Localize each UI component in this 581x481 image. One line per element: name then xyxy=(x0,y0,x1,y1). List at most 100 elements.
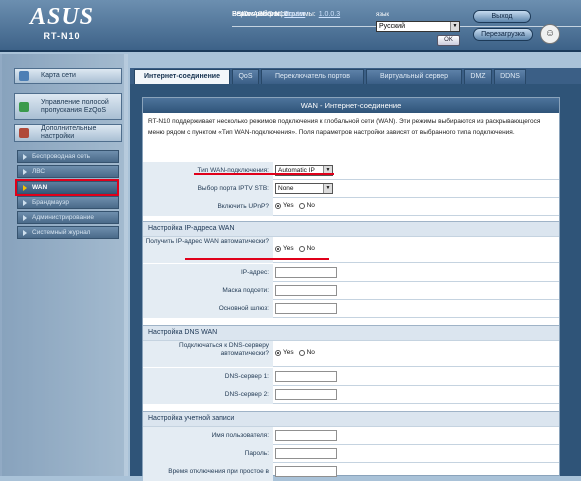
advanced-settings-icon xyxy=(19,128,29,138)
wan-type-label: Тип WAN-подключения: xyxy=(143,162,273,180)
sidebar-item-label: Администрирование xyxy=(32,214,94,221)
arrow-icon xyxy=(23,169,27,175)
upnp-row: Включить UPnP? Yes No xyxy=(143,198,559,216)
language-value: Русский xyxy=(379,23,405,30)
tab-virtual-server[interactable]: Виртуальный сервер xyxy=(366,69,462,84)
logout-button[interactable]: Выход xyxy=(473,10,531,23)
sidebar-item-system-log[interactable]: Системный журнал xyxy=(17,226,119,239)
sidebar-item-lan[interactable]: ЛВС xyxy=(17,165,119,178)
no-label: No xyxy=(306,202,315,209)
header-bar: ASUS RT-N10 SSID: ASUS-N10 Версия микропр… xyxy=(0,0,581,52)
iptv-value: None xyxy=(278,185,294,192)
password-label: Пароль: xyxy=(143,445,273,463)
ip-section-header: Настройка IP-адреса WAN xyxy=(143,221,559,237)
sidebar-item-wireless[interactable]: Беспроводная сеть xyxy=(17,150,119,163)
language-ok-button[interactable]: OK xyxy=(437,35,460,46)
dns2-row: DNS-сервер 2: xyxy=(143,386,559,404)
wan-type-row: Тип WAN-подключения: Automatic IP ▼ xyxy=(143,162,559,180)
arrow-icon xyxy=(23,200,27,206)
smiley-icon: ☺ xyxy=(540,24,560,44)
tab-internet-connection[interactable]: Интернет-соединение xyxy=(134,69,230,84)
upnp-label: Включить UPnP? xyxy=(143,198,273,216)
yes-label: Yes xyxy=(283,349,294,356)
dns-section-header: Настройка DNS WAN xyxy=(143,325,559,341)
dns2-label: DNS-сервер 2: xyxy=(143,386,273,404)
iptv-label: Выбор порта IPTV STB: xyxy=(143,180,273,198)
password-input[interactable] xyxy=(275,448,337,459)
arrow-icon xyxy=(23,215,27,221)
mode-label: Режим работы: xyxy=(232,11,282,18)
upnp-no-radio[interactable] xyxy=(298,202,305,209)
panel-description: RT-N10 поддерживает несколько режимов по… xyxy=(148,118,541,136)
sidebar: Карта сети Управление полосой пропускани… xyxy=(0,54,128,476)
wan-highlight-box xyxy=(15,179,119,196)
sidebar-item-label: Беспроводная сеть xyxy=(32,153,91,160)
arrow-icon xyxy=(23,154,27,160)
auto-ip-underline xyxy=(185,258,329,260)
language-label: язык xyxy=(376,12,389,18)
mask-input[interactable] xyxy=(275,285,337,296)
mask-label: Маска подсети: xyxy=(143,282,273,300)
gateway-input[interactable] xyxy=(275,303,337,314)
model-name: RT-N10 xyxy=(43,31,81,41)
dns1-input[interactable] xyxy=(275,371,337,382)
sidebar-item-administration[interactable]: Администрирование xyxy=(17,211,119,224)
wan-type-underline xyxy=(194,173,334,175)
dns2-input[interactable] xyxy=(275,389,337,400)
ip-row: IP-адрес: xyxy=(143,264,559,282)
password-row: Пароль: xyxy=(143,445,559,463)
tab-port-switch[interactable]: Переключатель портов xyxy=(261,69,364,84)
panel-title: WAN - Интернет-соединение xyxy=(143,98,559,113)
username-input[interactable] xyxy=(275,430,337,441)
dns-auto-no-radio[interactable] xyxy=(298,349,305,356)
mode-link[interactable]: Router xyxy=(284,11,305,18)
mask-row: Маска подсети: xyxy=(143,282,559,300)
dns-auto-label: Подключаться к DNS-серверу автоматически… xyxy=(143,341,273,367)
yes-label: Yes xyxy=(283,202,294,209)
yes-label: Yes xyxy=(283,245,294,252)
sidebar-item-firewall[interactable]: Брандмауэр xyxy=(17,196,119,209)
tab-bar: Интернет-соединение QoS Переключатель по… xyxy=(130,68,581,84)
username-label: Имя пользователя: xyxy=(143,427,273,445)
language-select[interactable]: Русский ▼ xyxy=(376,21,460,32)
auto-ip-yes-radio[interactable] xyxy=(275,245,281,252)
chevron-down-icon: ▼ xyxy=(323,184,332,193)
sidebar-item-label: Системный журнал xyxy=(32,229,91,236)
ip-input[interactable] xyxy=(275,267,337,278)
idle-label: Время отключения при простое в xyxy=(143,463,273,481)
dns-auto-row: Подключаться к DNS-серверу автоматически… xyxy=(143,341,559,367)
gateway-row: Основной шлюз: xyxy=(143,300,559,318)
network-map-icon xyxy=(19,71,29,81)
tab-qos[interactable]: QoS xyxy=(232,69,259,84)
sidebar-item-label: Карта сети xyxy=(41,72,76,79)
dns1-label: DNS-сервер 1: xyxy=(143,368,273,386)
auto-ip-no-radio[interactable] xyxy=(298,245,305,252)
ip-label: IP-адрес: xyxy=(143,264,273,282)
reboot-button[interactable]: Перезагрузка xyxy=(473,28,533,41)
idle-row: Время отключения при простое в xyxy=(143,463,559,481)
brand-logo-text: ASUS xyxy=(29,4,95,30)
sidebar-item-label: ЛВС xyxy=(32,168,46,175)
sidebar-item-advanced[interactable]: Дополнительные настройки xyxy=(14,124,122,142)
sidebar-item-network-map[interactable]: Карта сети xyxy=(14,68,122,84)
tab-ddns[interactable]: DDNS xyxy=(494,69,526,84)
tab-dmz[interactable]: DMZ xyxy=(464,69,492,84)
sidebar-item-label: Управление полосой пропускания EzQoS xyxy=(41,98,109,114)
iptv-row: Выбор порта IPTV STB: None ▼ xyxy=(143,180,559,198)
qos-icon xyxy=(19,101,29,112)
wan-panel: WAN - Интернет-соединение RT-N10 поддерж… xyxy=(142,97,560,481)
chevron-down-icon: ▼ xyxy=(450,22,459,31)
asus-logo: ASUS RT-N10 xyxy=(6,4,118,48)
iptv-select[interactable]: None ▼ xyxy=(275,183,333,194)
account-section-header: Настройка учетной записи xyxy=(143,411,559,427)
sidebar-item-label: Брандмауэр xyxy=(32,199,69,206)
dns1-row: DNS-сервер 1: xyxy=(143,368,559,386)
sidebar-item-ezqos[interactable]: Управление полосой пропускания EzQoS xyxy=(14,93,122,120)
upnp-yes-radio[interactable] xyxy=(275,202,281,209)
arrow-icon xyxy=(23,230,27,236)
dns-auto-yes-radio[interactable] xyxy=(275,349,281,356)
gateway-label: Основной шлюз: xyxy=(143,300,273,318)
username-row: Имя пользователя: xyxy=(143,427,559,445)
idle-input[interactable] xyxy=(275,466,337,477)
no-label: No xyxy=(306,349,315,356)
